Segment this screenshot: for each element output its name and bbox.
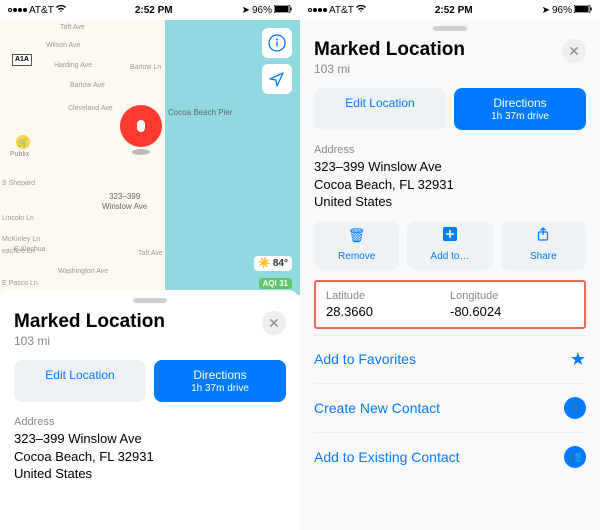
contact-merge-icon: 👥 [564,446,586,468]
close-button[interactable]: ✕ [262,311,286,335]
weather-badge[interactable]: ☀️84° [254,256,292,271]
battery-pct: 96% [552,5,572,16]
battery-icon [574,5,592,16]
pin-icon [120,105,162,147]
coordinates-box: Latitude 28.3660 Longitude -80.6024 [314,280,586,329]
pin-address-label: 323–399 Winslow Ave [102,192,147,211]
road-label: Taft Ave [138,250,163,257]
status-bar: AT&T 2:52 PM ➤ 96% [0,0,300,20]
create-new-contact-row[interactable]: Create New Contact 👤 [314,383,586,432]
add-to-button[interactable]: Add to… [407,221,492,270]
wifi-icon [56,5,66,16]
grabber[interactable] [133,298,167,303]
road-label: eachee Ln [2,248,35,255]
place-distance: 103 mi [314,62,465,76]
road-label: E Pasco Ln [2,280,38,287]
poi-publix-icon[interactable]: 🛒 [16,135,30,149]
carrier: AT&T [329,5,354,16]
contact-add-icon: 👤 [564,397,586,419]
clock: 2:52 PM [435,5,473,16]
longitude-value: -80.6024 [450,304,574,319]
close-icon: ✕ [268,315,280,332]
poi-publix-label: Publix [10,151,29,158]
place-card[interactable]: Marked Location 103 mi ✕ Edit Location D… [0,290,300,530]
marked-pin[interactable] [120,105,162,147]
edit-location-button[interactable]: Edit Location [14,360,146,402]
road-label: Cleveland Ave [68,105,113,112]
location-icon: ➤ [542,5,550,16]
location-icon: ➤ [242,5,250,16]
latitude-label: Latitude [326,290,450,302]
place-card-expanded[interactable]: Marked Location 103 mi ✕ Edit Location D… [300,20,600,530]
add-existing-contact-row[interactable]: Add to Existing Contact 👥 [314,432,586,481]
address-label: Address [14,416,286,428]
road-label: Barlow Ave [70,82,105,89]
sun-icon: ☀️ [258,258,270,269]
pier-label: Cocoa Beach Pier [168,108,232,117]
star-icon: ★ [570,349,586,370]
remove-button[interactable]: 🗑Remove [314,221,399,270]
longitude-label: Longitude [450,290,574,302]
address-label: Address [314,144,586,156]
road-label: Washington Ave [58,268,108,275]
place-distance: 103 mi [14,334,165,348]
trash-icon: 🗑 [318,227,395,244]
route-badge: A1A [12,54,32,66]
carrier: AT&T [29,5,54,16]
signal-icon [8,8,27,12]
battery-icon [274,5,292,16]
road-label: Lincoln Ln [2,215,34,222]
road-label: Barlow Ln [130,64,161,71]
road-label: S Shepard [2,180,35,187]
info-button[interactable] [262,28,292,58]
road-label: McKinley Ln [2,236,40,243]
place-title: Marked Location [14,311,165,333]
address-text: 323–399 Winslow Ave Cocoa Beach, FL 3293… [314,158,586,211]
clock: 2:52 PM [135,5,173,16]
road-label: Wilson Ave [46,42,81,49]
map[interactable]: A1A 🛒 Publix Taft Ave Wilson Ave Harding… [0,20,300,295]
locate-button[interactable] [262,64,292,94]
close-icon: ✕ [568,43,580,60]
place-title: Marked Location [314,39,465,61]
edit-location-button[interactable]: Edit Location [314,88,446,130]
aqi-badge[interactable]: AQI 31 [259,278,292,289]
close-button[interactable]: ✕ [562,39,586,63]
directions-button[interactable]: Directions1h 37m drive [454,88,586,130]
right-phone: AT&T 2:52 PM ➤ 96% Marked Location 103 m… [300,0,600,530]
road-label: Harding Ave [54,62,92,69]
left-phone: AT&T 2:52 PM ➤ 96% A1A 🛒 Publix Taft Ave… [0,0,300,530]
latitude-value: 28.3660 [326,304,450,319]
road-label: Taft Ave [60,24,85,31]
wifi-icon [356,5,366,16]
directions-button[interactable]: Directions1h 37m drive [154,360,286,402]
battery-pct: 96% [252,5,272,16]
plus-icon [411,227,488,244]
share-button[interactable]: Share [501,221,586,270]
share-icon [505,227,582,244]
add-to-favorites-row[interactable]: Add to Favorites ★ [314,335,586,383]
grabber[interactable] [433,26,467,31]
address-text: 323–399 Winslow Ave Cocoa Beach, FL 3293… [14,430,286,483]
signal-icon [308,8,327,12]
status-bar: AT&T 2:52 PM ➤ 96% [300,0,600,20]
